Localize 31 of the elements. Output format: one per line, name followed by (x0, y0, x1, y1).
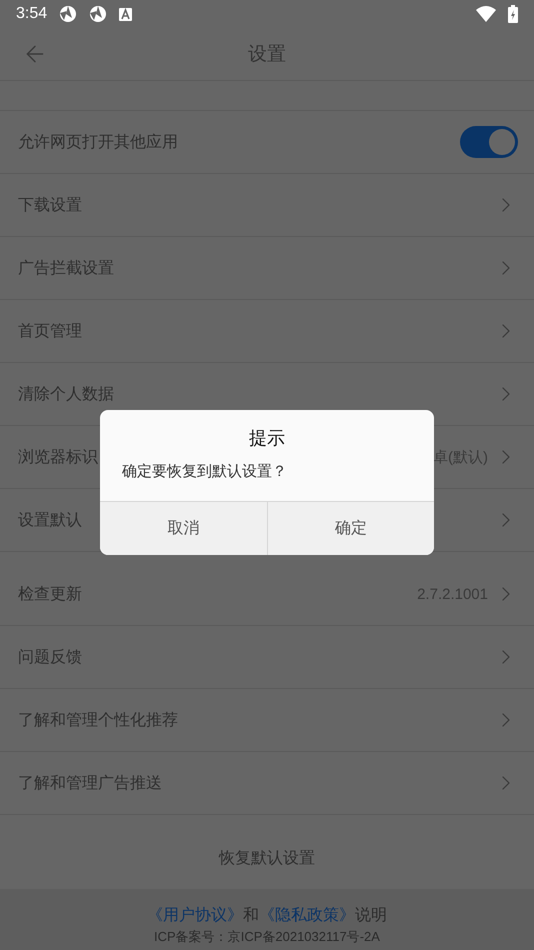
row-label: 清除个人数据 (18, 384, 114, 404)
settings-row[interactable]: 了解和管理广告推送 (0, 752, 534, 815)
policy-link[interactable]: 《用户协议》 (147, 905, 243, 926)
row-label: 允许网页打开其他应用 (18, 132, 178, 152)
wifi-icon (476, 6, 496, 22)
row-label: 问题反馈 (18, 646, 82, 668)
status-time: 3:54 (16, 5, 48, 23)
notification-icon (119, 8, 132, 20)
row-label: 了解和管理个性化推荐 (18, 710, 178, 730)
toggle-switch[interactable] (460, 126, 518, 158)
settings-row[interactable]: 允许网页打开其他应用 (0, 111, 534, 174)
row-label: 广告拦截设置 (18, 258, 114, 278)
settings-row[interactable]: 广告拦截设置 (0, 237, 534, 300)
settings-row[interactable]: 了解和管理个性化推荐 (0, 689, 534, 752)
dialog-message: 确定要恢复到默认设置？ (122, 462, 288, 481)
dialog-title: 提示 (248, 427, 286, 450)
notification-icon (59, 5, 78, 23)
settings-row[interactable]: 下载设置 (0, 174, 534, 237)
dialog-button[interactable]: 确定 (268, 502, 434, 555)
row-label: 设置默认 (18, 510, 82, 530)
battery-icon (508, 5, 518, 23)
settings-row[interactable]: 问题反馈 (0, 626, 534, 689)
row-label: 了解和管理广告推送 (18, 772, 162, 794)
settings-row[interactable]: 首页管理 (0, 300, 534, 363)
notification-icon (89, 5, 108, 23)
row-label: 浏览器标识 (18, 446, 98, 468)
policy-link[interactable]: 《隐私政策》 (259, 905, 355, 926)
row-label: 检查更新 (18, 584, 82, 604)
row-label: 下载设置 (18, 194, 82, 216)
dialog-button[interactable]: 取消 (100, 502, 268, 555)
row-label: 首页管理 (18, 320, 82, 342)
